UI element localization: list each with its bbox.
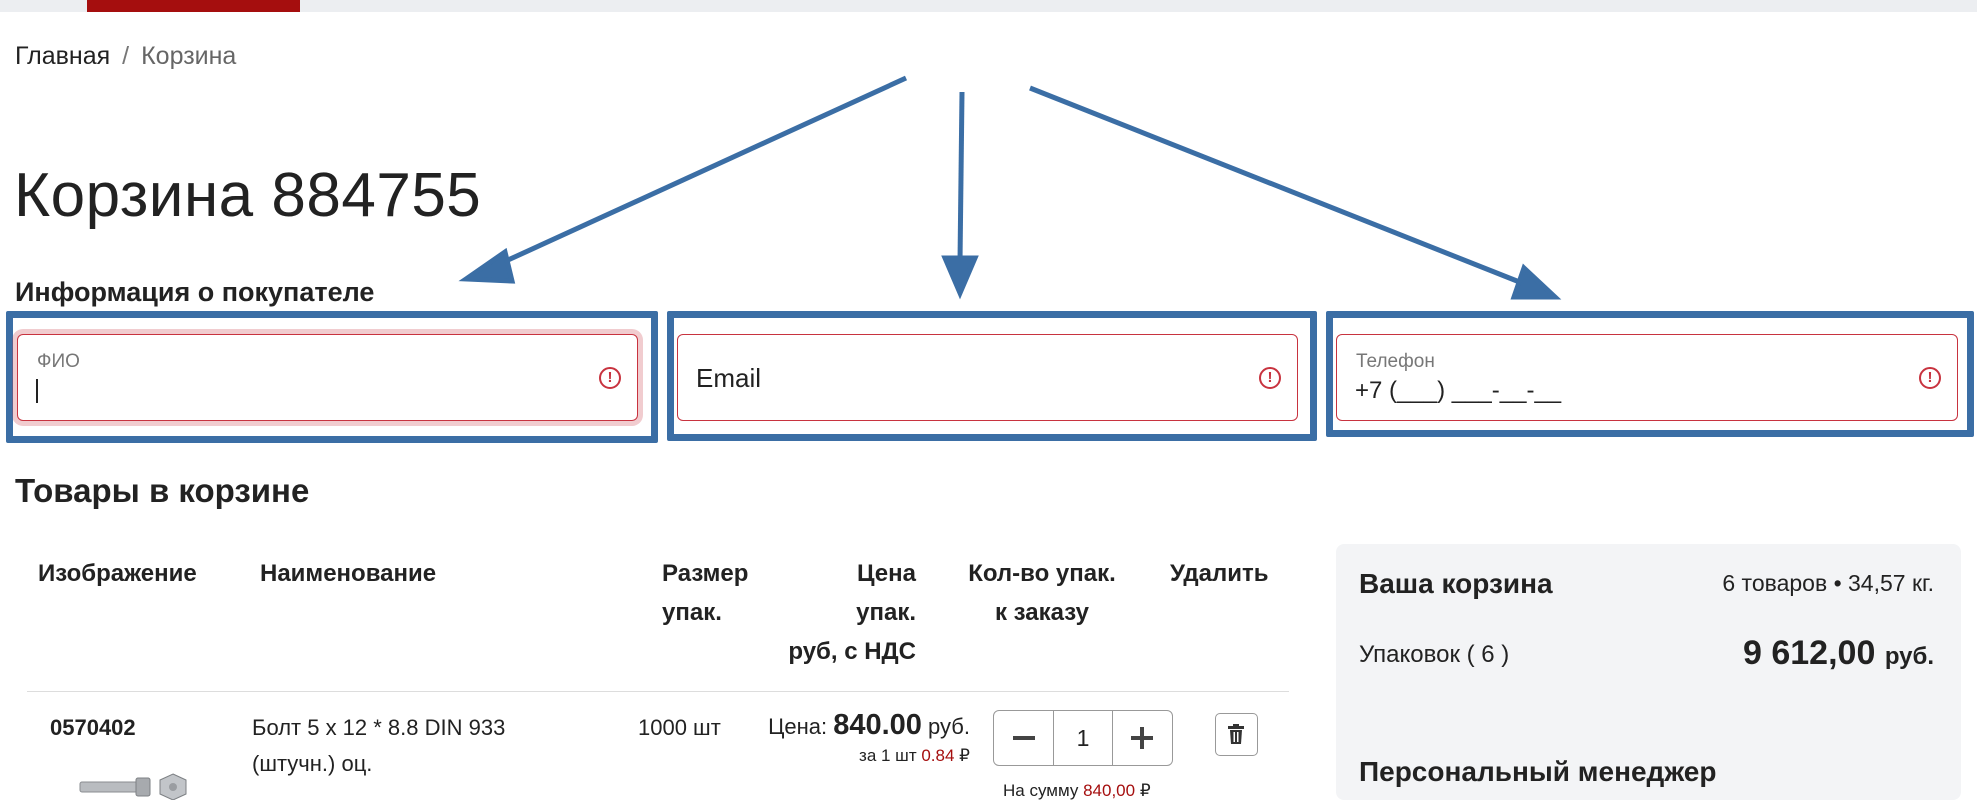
summary-info: 6 товаров • 34,57 кг. <box>1722 570 1934 596</box>
trash-icon <box>1228 724 1244 744</box>
manager-heading: Персональный менеджер <box>1359 756 1717 787</box>
column-header-price-line2: упак. <box>856 599 916 626</box>
cart-summary-panel: Ваша корзина 6 товаров • 34,57 кг. Упако… <box>1336 544 1961 800</box>
quantity-stepper[interactable]: 1 <box>993 710 1173 766</box>
column-header-price: Цена упак. руб, с НДС <box>760 554 916 671</box>
text-caret <box>36 379 38 403</box>
price-unit: руб. <box>928 714 970 739</box>
total-value: 9 612,00 <box>1743 634 1876 672</box>
column-header-qty-line2: к заказу <box>995 599 1089 626</box>
column-header-size: Размер упак. <box>662 554 748 632</box>
row-sum: На сумму 840,00 ₽ <box>1003 780 1151 800</box>
column-header-size-line2: упак. <box>662 599 722 626</box>
column-header-price-line1: Цена <box>856 560 916 587</box>
arrow-head-left <box>458 247 516 284</box>
table-divider <box>27 691 1289 692</box>
column-header-qty-line1: Кол-во упак. <box>968 560 1116 587</box>
alert-circle-icon: ! <box>1919 367 1941 389</box>
summary-total: 9 612,00 руб. <box>1743 634 1934 673</box>
plus-icon[interactable] <box>1113 711 1172 765</box>
summary-title: Ваша корзина <box>1359 568 1553 599</box>
row-sum-label: На сумму <box>1003 781 1079 800</box>
phone-value: +7 (___) ___-__-__ <box>1355 377 1562 404</box>
fio-field[interactable]: ФИО ! <box>17 334 638 421</box>
column-header-qty: Кол-во упак. к заказу <box>952 554 1132 632</box>
arrow-head-middle <box>941 255 979 300</box>
product-name-line1: Болт 5 х 12 * 8.8 DIN 933 <box>252 715 506 740</box>
minus-icon[interactable] <box>994 711 1053 765</box>
quantity-value[interactable]: 1 <box>1053 711 1113 765</box>
packs-count: Упаковок ( 6 ) <box>1359 641 1510 668</box>
ruble-sign: ₽ <box>959 746 970 765</box>
column-header-image: Изображение <box>38 560 197 587</box>
price-label: Цена: <box>768 714 828 739</box>
article-number[interactable]: 0570402 <box>50 710 136 746</box>
product-name-line2: (штучн.) оц. <box>252 751 373 776</box>
phone-label: Телефон <box>1356 351 1435 372</box>
unit-price-label: за 1 шт <box>859 746 917 765</box>
cart-items-heading: Товары в корзине <box>15 472 310 509</box>
pack-price: 840.00 <box>833 709 922 741</box>
arrow-head-right <box>1510 263 1562 300</box>
column-header-name: Наименование <box>260 560 437 587</box>
unit-price-value: 0.84 <box>921 746 955 765</box>
product-name[interactable]: Болт 5 х 12 * 8.8 DIN 933 (штучн.) оц. <box>252 710 505 782</box>
alert-circle-icon: ! <box>599 367 621 389</box>
column-header-delete: Удалить <box>1170 560 1269 587</box>
unit-price: за 1 шт 0.84 ₽ <box>752 745 970 767</box>
email-field[interactable]: Email ! <box>677 334 1298 421</box>
price-block: Цена: 840.00 руб. <box>752 707 970 745</box>
column-header-size-line1: Размер <box>662 560 749 587</box>
delete-button[interactable] <box>1215 713 1258 756</box>
product-image[interactable] <box>78 770 193 800</box>
ruble-sign: ₽ <box>1139 781 1151 800</box>
email-placeholder: Email <box>696 363 762 393</box>
total-unit: руб. <box>1884 643 1934 670</box>
pack-size: 1000 шт <box>638 715 721 740</box>
alert-circle-icon: ! <box>1259 367 1281 389</box>
column-header-price-line3: руб, с НДС <box>788 638 916 665</box>
phone-field[interactable]: Телефон +7 (___) ___-__-__ ! <box>1336 334 1958 421</box>
fio-label: ФИО <box>37 351 80 372</box>
row-sum-value: 840,00 <box>1083 781 1136 800</box>
